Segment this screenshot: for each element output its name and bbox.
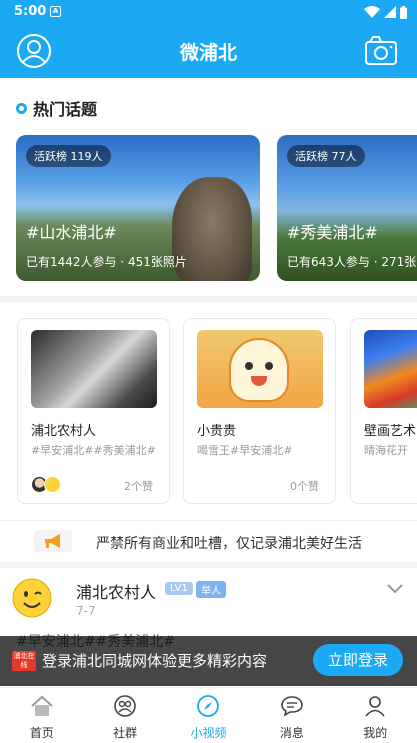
section-divider xyxy=(0,562,417,568)
hot-topics-title: 热门话题 xyxy=(33,100,98,119)
nav-label: 社群 xyxy=(113,726,138,740)
signal-icon xyxy=(384,6,396,18)
nav-label: 小视频 xyxy=(190,726,227,740)
notice-bar: 严禁所有商业和吐槽，仅记录浦北美好生活 xyxy=(0,530,417,554)
avatar xyxy=(44,476,61,493)
section-divider xyxy=(0,296,417,302)
video-thumbnail xyxy=(364,330,417,408)
nav-label: 消息 xyxy=(279,726,304,740)
video-card[interactable]: 浦北农村人 #早安浦北##秀美浦北# 2个赞 xyxy=(17,318,170,504)
post-author-name[interactable]: 浦北农村人 xyxy=(76,579,156,603)
topic-stats: 已有1442人参与 · 451张照片 xyxy=(26,255,187,269)
bottom-nav: 首页 社群 小视频 消息 我的 xyxy=(0,687,417,743)
topic-name: #山水浦北# xyxy=(26,223,117,242)
nav-item-profile[interactable]: 我的 xyxy=(334,688,417,743)
app-logo: 浦北在线 xyxy=(12,651,36,671)
notice-text: 严禁所有商业和吐槽，仅记录浦北美好生活 xyxy=(96,536,362,552)
nav-item-short-video[interactable]: 小视频 xyxy=(167,688,250,743)
chevron-down-icon[interactable] xyxy=(387,584,403,594)
video-author: 小贵贵 xyxy=(197,424,237,439)
compass-icon xyxy=(197,695,220,717)
nav-label: 我的 xyxy=(363,726,388,740)
rank-badge: 举人 xyxy=(196,581,226,598)
video-thumbnail xyxy=(31,330,157,408)
battery-icon xyxy=(400,5,407,19)
login-banner: 浦北在线 登录浦北同城网体验更多精彩内容 立即登录 xyxy=(0,636,417,686)
camera-icon[interactable] xyxy=(365,36,397,66)
nav-label: 首页 xyxy=(29,726,54,740)
like-count: 2个赞 xyxy=(124,480,153,493)
post-author-avatar[interactable] xyxy=(12,578,52,618)
login-banner-text: 登录浦北同城网体验更多精彩内容 xyxy=(42,652,268,670)
video-card[interactable]: 壁画艺术 晴海花开 xyxy=(350,318,417,504)
app-title: 微浦北 xyxy=(179,42,237,64)
section-divider xyxy=(0,520,417,521)
nav-item-messages[interactable]: 消息 xyxy=(250,688,333,743)
video-author: 浦北农村人 xyxy=(31,424,97,439)
topic-card[interactable]: 活跃榜 119人 #山水浦北# 已有1442人参与 · 451张照片 xyxy=(16,135,260,281)
bullet-dot-icon xyxy=(16,102,27,114)
video-card[interactable]: 小贵贵 喝雪王#早安浦北# 0个赞 xyxy=(183,318,336,504)
post-date: 7-7 xyxy=(76,604,96,618)
status-bar: 5:00 A xyxy=(0,0,417,24)
active-rank-badge: 活跃榜 77人 xyxy=(287,145,365,167)
video-tags: 喝雪王#早安浦北# xyxy=(197,444,293,457)
profile-icon xyxy=(365,696,385,717)
community-icon xyxy=(114,695,136,717)
wifi-icon xyxy=(364,6,380,18)
nav-item-home[interactable]: 首页 xyxy=(0,688,83,743)
home-icon xyxy=(31,695,53,716)
notification-a-icon: A xyxy=(50,6,61,17)
active-rank-badge: 活跃榜 119人 xyxy=(26,145,111,167)
topic-card[interactable]: 活跃榜 77人 #秀美浦北# 已有643人参与 · 271张 xyxy=(277,135,417,281)
nav-item-community[interactable]: 社群 xyxy=(83,688,166,743)
video-thumbnail xyxy=(197,330,323,408)
topic-stats: 已有643人参与 · 271张 xyxy=(287,255,417,269)
hot-topics-header: 热门话题 xyxy=(16,96,97,120)
topic-name: #秀美浦北# xyxy=(287,223,378,242)
like-count: 0个赞 xyxy=(290,480,319,493)
status-time: 5:00 xyxy=(14,4,47,19)
app-bar: 微浦北 xyxy=(0,24,417,78)
message-icon xyxy=(281,696,303,717)
system-icons xyxy=(364,5,407,19)
mascot-image xyxy=(229,338,289,402)
liker-avatars xyxy=(31,476,61,493)
megaphone-icon xyxy=(34,530,72,552)
video-tags: 晴海花开 xyxy=(364,444,408,457)
video-tags: #早安浦北##秀美浦北# xyxy=(31,444,156,457)
level-badge: LV1 xyxy=(165,582,193,595)
login-button[interactable]: 立即登录 xyxy=(313,644,403,676)
video-author: 壁画艺术 xyxy=(364,424,417,439)
